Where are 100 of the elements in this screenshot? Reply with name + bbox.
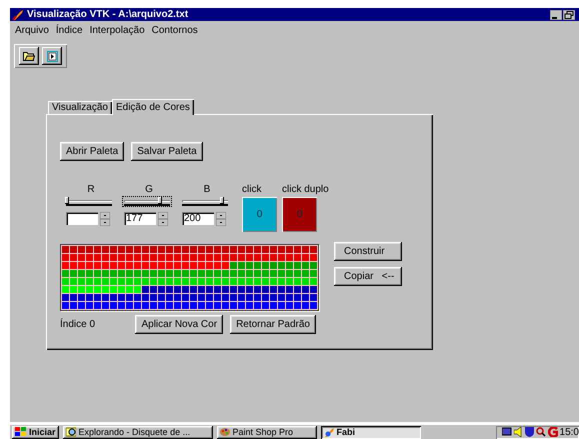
palette-cell[interactable] [262,302,269,309]
palette-cell[interactable] [70,302,77,309]
palette-cell[interactable] [118,294,125,301]
palette-cell[interactable] [254,294,261,301]
palette-cell[interactable] [238,254,245,261]
palette-cell[interactable] [214,302,221,309]
taskbar-button[interactable]: Paint Shop Pro [216,426,317,438]
palette-cell[interactable] [86,286,93,293]
palette-cell[interactable] [302,254,309,261]
palette-cell[interactable] [78,278,85,285]
spin-down-icon[interactable] [100,219,110,226]
palette-cell[interactable] [86,270,93,277]
color-swatch[interactable]: 0 [242,197,277,232]
palette-cell[interactable] [190,294,197,301]
palette-cell[interactable] [102,254,109,261]
palette-cell[interactable] [230,246,237,253]
palette-cell[interactable] [302,278,309,285]
palette-cell[interactable] [286,286,293,293]
palette-cell[interactable] [70,278,77,285]
spin-down-icon[interactable] [216,219,226,226]
palette-cell[interactable] [150,286,157,293]
palette-cell[interactable] [62,302,69,309]
palette-button[interactable]: Salvar Paleta [131,142,203,161]
palette-cell[interactable] [110,286,117,293]
palette-cell[interactable] [278,286,285,293]
palette-cell[interactable] [62,294,69,301]
palette-cell[interactable] [230,262,237,269]
palette-cell[interactable] [118,262,125,269]
action-button[interactable]: Aplicar Nova Cor [135,315,224,334]
palette-cell[interactable] [150,246,157,253]
palette-cell[interactable] [310,254,317,261]
palette-cell[interactable] [62,262,69,269]
palette-cell[interactable] [110,262,117,269]
palette-cell[interactable] [286,262,293,269]
palette-cell[interactable] [230,254,237,261]
palette-cell[interactable] [286,254,293,261]
palette-cell[interactable] [142,270,149,277]
palette-cell[interactable] [198,278,205,285]
palette-cell[interactable] [134,246,141,253]
spin-up-icon[interactable] [216,212,226,219]
spin-up-icon[interactable] [100,212,110,219]
palette-cell[interactable] [206,286,213,293]
palette-cell[interactable] [238,270,245,277]
palette-cell[interactable] [182,262,189,269]
slider-track[interactable] [64,196,114,207]
palette-cell[interactable] [198,286,205,293]
palette-cell[interactable] [302,262,309,269]
palette-cell[interactable] [78,302,85,309]
toolbar-button[interactable] [42,47,62,65]
palette-cell[interactable] [126,246,133,253]
palette-cell[interactable] [102,278,109,285]
palette-cell[interactable] [86,294,93,301]
palette-cell[interactable] [294,278,301,285]
slider-thumb[interactable] [158,197,162,204]
palette-cell[interactable] [126,254,133,261]
palette-cell[interactable] [270,246,277,253]
palette-cell[interactable] [254,302,261,309]
palette-button[interactable]: Abrir Paleta [60,142,124,161]
palette-cell[interactable] [118,270,125,277]
palette-cell[interactable] [94,302,101,309]
palette-cell[interactable] [190,246,197,253]
palette-cell[interactable] [262,262,269,269]
palette-cell[interactable] [166,246,173,253]
palette-cell[interactable] [62,270,69,277]
palette-cell[interactable] [126,286,133,293]
palette-cell[interactable] [238,278,245,285]
palette-cell[interactable] [198,270,205,277]
palette-cell[interactable] [126,294,133,301]
palette-cell[interactable] [78,254,85,261]
palette-cell[interactable] [118,278,125,285]
palette-cell[interactable] [270,294,277,301]
palette-cell[interactable] [126,278,133,285]
palette-cell[interactable] [134,254,141,261]
palette-cell[interactable] [286,294,293,301]
palette-cell[interactable] [62,254,69,261]
palette-cell[interactable] [198,262,205,269]
palette-cell[interactable] [310,278,317,285]
palette-cell[interactable] [86,278,93,285]
palette-cell[interactable] [206,302,213,309]
palette-cell[interactable] [174,302,181,309]
palette-cell[interactable] [86,254,93,261]
palette-cell[interactable] [158,254,165,261]
palette-cell[interactable] [86,262,93,269]
palette-cell[interactable] [270,254,277,261]
palette-cell[interactable] [222,254,229,261]
palette-cell[interactable] [166,286,173,293]
palette-cell[interactable] [230,286,237,293]
palette-cell[interactable] [222,278,229,285]
palette-cell[interactable] [270,262,277,269]
palette-cell[interactable] [150,270,157,277]
palette-cell[interactable] [174,278,181,285]
palette-cell[interactable] [246,278,253,285]
palette-cell[interactable] [238,262,245,269]
palette-cell[interactable] [78,286,85,293]
palette-cell[interactable] [310,302,317,309]
palette-cell[interactable] [302,286,309,293]
slider-thumb[interactable] [65,197,69,204]
palette-cell[interactable] [262,270,269,277]
palette-cell[interactable] [134,294,141,301]
palette-cell[interactable] [254,262,261,269]
